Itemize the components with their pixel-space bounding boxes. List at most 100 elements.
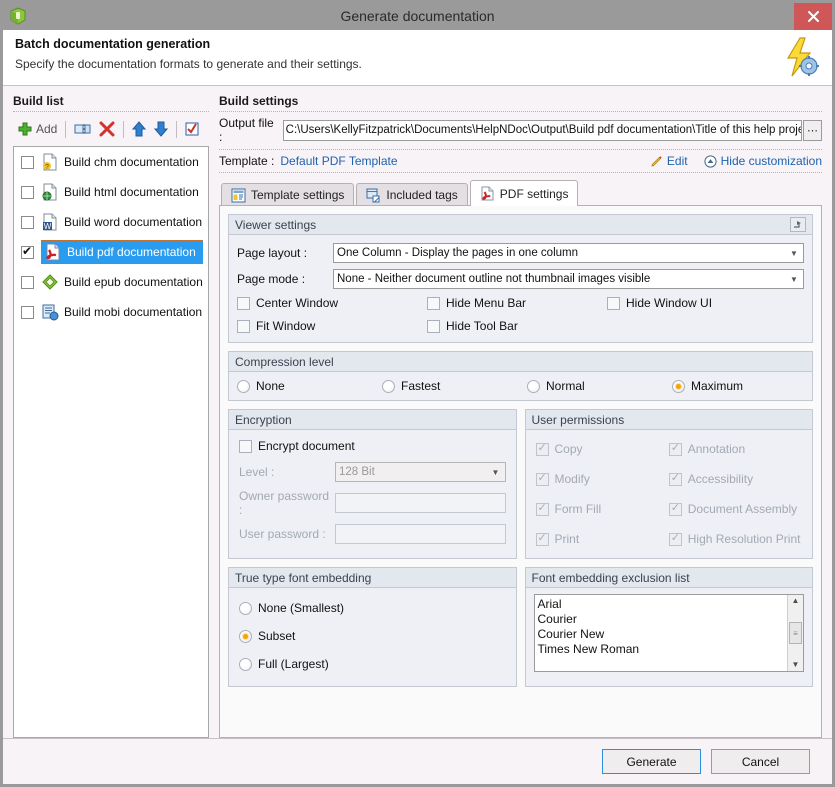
page-mode-select[interactable]: None - Neither document outline not thum… — [333, 269, 804, 289]
delete-button[interactable] — [95, 118, 119, 140]
add-button[interactable]: Add — [13, 118, 61, 140]
permissions-col-left: Copy Modify Form Fill — [535, 434, 669, 554]
checkbox-box — [668, 471, 682, 486]
helpndoc-cube-icon — [8, 6, 28, 26]
browse-button[interactable]: ⋯ — [803, 119, 822, 141]
radio-font-none[interactable]: None (Smallest) — [239, 594, 506, 622]
checkbox-label: Annotation — [687, 442, 746, 456]
owner-password-input — [335, 493, 506, 513]
checkbox-box — [427, 319, 440, 333]
list-item[interactable]: W Build word documentation — [14, 207, 208, 237]
owner-password-field: Owner password : — [239, 489, 506, 517]
move-down-button[interactable] — [150, 118, 172, 140]
checkbox-hide-tool-bar[interactable]: Hide Tool Bar — [427, 319, 607, 333]
font-exclusion-listbox[interactable]: Arial Courier Courier New Times New Roma… — [533, 594, 804, 672]
user-password-field: User password : — [239, 524, 506, 544]
item-checkbox[interactable] — [21, 305, 34, 319]
build-list[interactable]: ? Build chm documentation Build html doc… — [13, 146, 209, 738]
checkbox-accessibility: Accessibility — [668, 464, 802, 494]
build-list-panel: Build list Add ? Build chm documentation… — [13, 94, 209, 738]
radio-label: Full (Largest) — [258, 657, 329, 671]
list-item[interactable]: Build epub documentation — [14, 267, 208, 297]
radio-label: Subset — [258, 629, 296, 643]
font-embedding-group: True type font embedding None (Smallest)… — [228, 567, 517, 687]
checkbox-box — [535, 471, 549, 486]
checkbox-box — [535, 531, 549, 546]
item-checkbox[interactable] — [21, 185, 34, 199]
header-title: Batch documentation generation — [15, 37, 211, 51]
list-item[interactable]: Times New Roman — [538, 642, 788, 657]
cancel-button[interactable]: Cancel — [711, 749, 810, 774]
move-up-button[interactable] — [128, 118, 150, 140]
checkbox-box — [427, 296, 440, 310]
template-settings-icon — [231, 188, 246, 202]
radio-button — [527, 379, 540, 393]
checkbox-fit-window[interactable]: Fit Window — [237, 319, 427, 333]
tab-pdf-settings[interactable]: PDF settings — [469, 180, 579, 206]
close-button[interactable] — [794, 3, 832, 30]
user-permissions-title: User permissions — [531, 412, 625, 427]
checkbox-label: Encrypt document — [258, 439, 355, 453]
checkbox-document-assembly: Document Assembly — [668, 494, 802, 524]
radio-font-subset[interactable]: Subset — [239, 622, 506, 650]
scroll-down-icon[interactable]: ▼ — [792, 660, 800, 670]
checkbox-hide-menu-bar[interactable]: Hide Menu Bar — [427, 296, 607, 310]
generate-button[interactable]: Generate — [602, 749, 701, 774]
radio-font-full[interactable]: Full (Largest) — [239, 650, 506, 678]
page-mode-field: Page mode : None - Neither document outl… — [237, 269, 804, 289]
list-item[interactable]: Courier — [538, 612, 788, 627]
compression-radios: None Fastest Normal Maximum — [237, 379, 804, 393]
hide-customization-label: Hide customization — [720, 154, 822, 168]
radio-compression-none[interactable]: None — [237, 379, 382, 393]
tab-label: PDF settings — [499, 186, 569, 201]
list-item[interactable]: ? Build chm documentation — [14, 147, 208, 177]
hide-customization-button[interactable]: Hide customization — [704, 154, 822, 168]
radio-label: None (Smallest) — [258, 601, 345, 615]
list-item[interactable]: Build mobi documentation — [14, 297, 208, 327]
duplicate-button[interactable] — [70, 118, 95, 140]
vertical-scrollbar[interactable]: ▲ ≡ ▼ — [787, 595, 803, 671]
list-item-selected[interactable]: Build pdf documentation — [14, 237, 208, 267]
item-checkbox[interactable] — [21, 215, 34, 229]
font-exclusion-items: Arial Courier Courier New Times New Roma… — [535, 595, 788, 671]
checkbox-box — [535, 441, 549, 456]
radio-compression-normal[interactable]: Normal — [527, 379, 672, 393]
font-exclusion-group: Font embedding exclusion list Arial Cour… — [524, 567, 813, 687]
radio-compression-fastest[interactable]: Fastest — [382, 379, 527, 393]
template-row: Template : Default PDF Template Edit Hid — [219, 149, 822, 173]
item-checkbox[interactable] — [21, 155, 34, 169]
encryption-level-value: 128 Bit — [339, 466, 375, 478]
list-item-label: Build chm documentation — [64, 155, 199, 169]
item-checkbox[interactable] — [21, 275, 34, 289]
toggle-all-button[interactable] — [181, 118, 203, 140]
list-item[interactable]: Arial — [538, 597, 788, 612]
checkbox-form-fill: Form Fill — [535, 494, 669, 524]
edit-template-button[interactable]: Edit — [650, 154, 688, 168]
checkbox-center-window[interactable]: Center Window — [237, 296, 427, 310]
checkbox-label: Print — [554, 532, 580, 546]
radio-label: Maximum — [691, 379, 744, 393]
page-mode-label: Page mode : — [237, 272, 306, 286]
checkbox-hide-window-ui[interactable]: Hide Window UI — [607, 296, 712, 310]
checkbox-box — [668, 441, 682, 456]
list-item[interactable]: Build html documentation — [14, 177, 208, 207]
output-file-input[interactable]: C:\Users\KellyFitzpatrick\Documents\Help… — [282, 119, 803, 141]
item-checkbox[interactable] — [21, 244, 34, 259]
tab-template-settings[interactable]: Template settings — [221, 183, 355, 206]
collapse-icon[interactable] — [790, 217, 806, 232]
checkbox-encrypt-document[interactable]: Encrypt document — [239, 439, 506, 453]
scrollbar-thumb[interactable]: ≡ — [789, 622, 802, 644]
title-bar: Generate documentation — [3, 3, 832, 30]
checkbox-label: Hide Window UI — [626, 296, 713, 310]
list-item[interactable]: Courier New — [538, 627, 788, 642]
pencil-icon — [651, 155, 662, 167]
encryption-level-label: Level : — [239, 465, 275, 479]
page-layout-field: Page layout : One Column - Display the p… — [237, 243, 804, 263]
tab-bar: Template settings Included tags PDF sett… — [221, 180, 822, 206]
page-layout-select[interactable]: One Column - Display the pages in one co… — [333, 243, 804, 263]
template-value-link[interactable]: Default PDF Template — [280, 154, 397, 168]
checkbox-print: Print — [535, 524, 669, 554]
tab-included-tags[interactable]: Included tags — [356, 183, 468, 206]
radio-compression-maximum[interactable]: Maximum — [672, 379, 743, 393]
scroll-up-icon[interactable]: ▲ — [792, 596, 800, 606]
